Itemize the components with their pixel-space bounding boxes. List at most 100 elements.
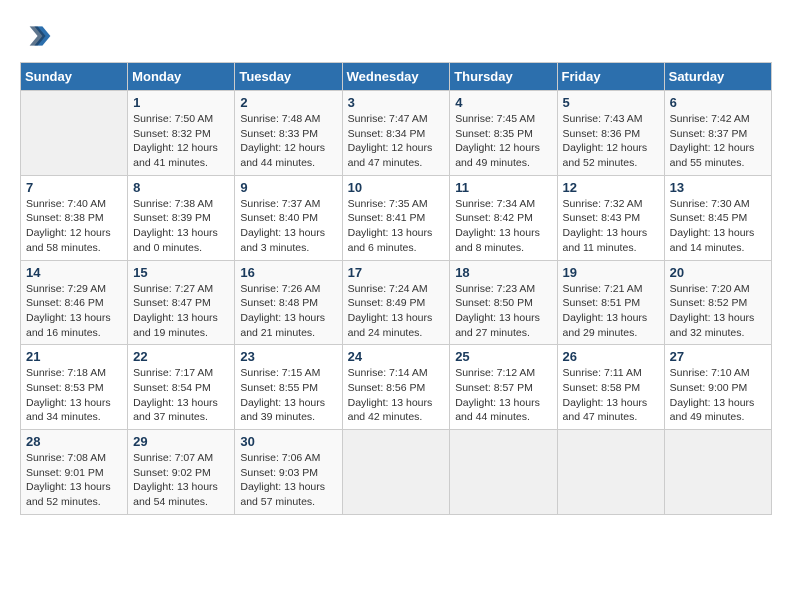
day-number: 17 <box>348 265 445 280</box>
calendar-cell: 1 Sunrise: 7:50 AM Sunset: 8:32 PM Daylig… <box>128 91 235 176</box>
day-number: 28 <box>26 434 122 449</box>
calendar-cell: 26 Sunrise: 7:11 AM Sunset: 8:58 PM Dayli… <box>557 345 664 430</box>
day-number: 21 <box>26 349 122 364</box>
day-number: 4 <box>455 95 551 110</box>
calendar-cell: 7 Sunrise: 7:40 AM Sunset: 8:38 PM Daylig… <box>21 175 128 260</box>
calendar-cell: 2 Sunrise: 7:48 AM Sunset: 8:33 PM Daylig… <box>235 91 342 176</box>
calendar-cell: 3Sunrise: 7:47 AM Sunset: 8:34 PM Daylig… <box>342 91 450 176</box>
day-of-week-header: Tuesday <box>235 63 342 91</box>
day-of-week-header: Wednesday <box>342 63 450 91</box>
day-info: Sunrise: 7:21 AM Sunset: 8:51 PM Dayligh… <box>563 282 659 341</box>
day-info: Sunrise: 7:32 AM Sunset: 8:43 PM Dayligh… <box>563 197 659 256</box>
calendar-cell <box>557 430 664 515</box>
calendar-cell: 4 Sunrise: 7:45 AM Sunset: 8:35 PM Daylig… <box>450 91 557 176</box>
calendar-cell: 11 Sunrise: 7:34 AM Sunset: 8:42 PM Dayli… <box>450 175 557 260</box>
day-info: Sunrise: 7:15 AM Sunset: 8:55 PM Dayligh… <box>240 366 336 425</box>
calendar-cell: 23 Sunrise: 7:15 AM Sunset: 8:55 PM Dayli… <box>235 345 342 430</box>
day-info: Sunrise: 7:50 AM Sunset: 8:32 PM Dayligh… <box>133 112 229 171</box>
day-info: Sunrise: 7:23 AM Sunset: 8:50 PM Dayligh… <box>455 282 551 341</box>
day-info: Sunrise: 7:26 AM Sunset: 8:48 PM Dayligh… <box>240 282 336 341</box>
logo-icon <box>20 20 52 52</box>
calendar-cell: 6Sunrise: 7:42 AM Sunset: 8:37 PM Daylig… <box>664 91 771 176</box>
day-number: 22 <box>133 349 229 364</box>
calendar-cell: 14 Sunrise: 7:29 AM Sunset: 8:46 PM Dayli… <box>21 260 128 345</box>
calendar-cell: 8 Sunrise: 7:38 AM Sunset: 8:39 PM Daylig… <box>128 175 235 260</box>
day-info: Sunrise: 7:11 AM Sunset: 8:58 PM Dayligh… <box>563 366 659 425</box>
day-number: 29 <box>133 434 229 449</box>
calendar-cell: 28 Sunrise: 7:08 AM Sunset: 9:01 PM Dayli… <box>21 430 128 515</box>
logo <box>20 20 56 52</box>
day-number: 18 <box>455 265 551 280</box>
calendar-cell: 16 Sunrise: 7:26 AM Sunset: 8:48 PM Dayli… <box>235 260 342 345</box>
calendar-cell: 9 Sunrise: 7:37 AM Sunset: 8:40 PM Daylig… <box>235 175 342 260</box>
calendar-cell: 19 Sunrise: 7:21 AM Sunset: 8:51 PM Dayli… <box>557 260 664 345</box>
calendar-cell: 5 Sunrise: 7:43 AM Sunset: 8:36 PM Daylig… <box>557 91 664 176</box>
day-info: Sunrise: 7:17 AM Sunset: 8:54 PM Dayligh… <box>133 366 229 425</box>
calendar-cell: 30 Sunrise: 7:06 AM Sunset: 9:03 PM Dayli… <box>235 430 342 515</box>
day-info: Sunrise: 7:10 AM Sunset: 9:00 PM Dayligh… <box>670 366 766 425</box>
calendar-cell: 20 Sunrise: 7:20 AM Sunset: 8:52 PM Dayli… <box>664 260 771 345</box>
day-info: Sunrise: 7:20 AM Sunset: 8:52 PM Dayligh… <box>670 282 766 341</box>
day-number: 25 <box>455 349 551 364</box>
day-number: 19 <box>563 265 659 280</box>
day-of-week-header: Thursday <box>450 63 557 91</box>
day-info: Sunrise: 7:34 AM Sunset: 8:42 PM Dayligh… <box>455 197 551 256</box>
day-of-week-header: Sunday <box>21 63 128 91</box>
day-info: Sunrise: 7:18 AM Sunset: 8:53 PM Dayligh… <box>26 366 122 425</box>
day-info: Sunrise: 7:29 AM Sunset: 8:46 PM Dayligh… <box>26 282 122 341</box>
day-number: 14 <box>26 265 122 280</box>
day-number: 24 <box>348 349 445 364</box>
day-of-week-header: Monday <box>128 63 235 91</box>
page-header <box>20 20 772 52</box>
day-info: Sunrise: 7:30 AM Sunset: 8:45 PM Dayligh… <box>670 197 766 256</box>
day-info: Sunrise: 7:08 AM Sunset: 9:01 PM Dayligh… <box>26 451 122 510</box>
day-info: Sunrise: 7:24 AM Sunset: 8:49 PM Dayligh… <box>348 282 445 341</box>
day-number: 26 <box>563 349 659 364</box>
calendar-cell: 27 Sunrise: 7:10 AM Sunset: 9:00 PM Dayli… <box>664 345 771 430</box>
day-info: Sunrise: 7:12 AM Sunset: 8:57 PM Dayligh… <box>455 366 551 425</box>
day-info: Sunrise: 7:47 AM Sunset: 8:34 PM Dayligh… <box>348 112 445 171</box>
day-number: 6 <box>670 95 766 110</box>
calendar-cell <box>342 430 450 515</box>
calendar-cell: 22 Sunrise: 7:17 AM Sunset: 8:54 PM Dayli… <box>128 345 235 430</box>
day-info: Sunrise: 7:07 AM Sunset: 9:02 PM Dayligh… <box>133 451 229 510</box>
calendar-cell: 15 Sunrise: 7:27 AM Sunset: 8:47 PM Dayli… <box>128 260 235 345</box>
day-number: 13 <box>670 180 766 195</box>
day-number: 16 <box>240 265 336 280</box>
day-number: 2 <box>240 95 336 110</box>
day-number: 9 <box>240 180 336 195</box>
day-info: Sunrise: 7:43 AM Sunset: 8:36 PM Dayligh… <box>563 112 659 171</box>
calendar-cell: 18 Sunrise: 7:23 AM Sunset: 8:50 PM Dayli… <box>450 260 557 345</box>
day-number: 30 <box>240 434 336 449</box>
day-info: Sunrise: 7:45 AM Sunset: 8:35 PM Dayligh… <box>455 112 551 171</box>
day-number: 8 <box>133 180 229 195</box>
calendar-cell <box>664 430 771 515</box>
day-info: Sunrise: 7:38 AM Sunset: 8:39 PM Dayligh… <box>133 197 229 256</box>
day-info: Sunrise: 7:37 AM Sunset: 8:40 PM Dayligh… <box>240 197 336 256</box>
calendar-cell: 12 Sunrise: 7:32 AM Sunset: 8:43 PM Dayli… <box>557 175 664 260</box>
day-number: 11 <box>455 180 551 195</box>
calendar-cell: 17 Sunrise: 7:24 AM Sunset: 8:49 PM Dayli… <box>342 260 450 345</box>
day-info: Sunrise: 7:40 AM Sunset: 8:38 PM Dayligh… <box>26 197 122 256</box>
day-number: 23 <box>240 349 336 364</box>
day-info: Sunrise: 7:14 AM Sunset: 8:56 PM Dayligh… <box>348 366 445 425</box>
day-of-week-header: Friday <box>557 63 664 91</box>
day-number: 27 <box>670 349 766 364</box>
calendar-table: SundayMondayTuesdayWednesdayThursdayFrid… <box>20 62 772 515</box>
day-info: Sunrise: 7:35 AM Sunset: 8:41 PM Dayligh… <box>348 197 445 256</box>
day-number: 1 <box>133 95 229 110</box>
day-info: Sunrise: 7:48 AM Sunset: 8:33 PM Dayligh… <box>240 112 336 171</box>
day-info: Sunrise: 7:06 AM Sunset: 9:03 PM Dayligh… <box>240 451 336 510</box>
calendar-cell: 29 Sunrise: 7:07 AM Sunset: 9:02 PM Dayli… <box>128 430 235 515</box>
calendar-cell <box>21 91 128 176</box>
day-number: 15 <box>133 265 229 280</box>
calendar-cell: 10 Sunrise: 7:35 AM Sunset: 8:41 PM Dayli… <box>342 175 450 260</box>
day-number: 10 <box>348 180 445 195</box>
day-number: 5 <box>563 95 659 110</box>
day-number: 7 <box>26 180 122 195</box>
day-number: 12 <box>563 180 659 195</box>
day-info: Sunrise: 7:27 AM Sunset: 8:47 PM Dayligh… <box>133 282 229 341</box>
calendar-cell <box>450 430 557 515</box>
day-number: 20 <box>670 265 766 280</box>
calendar-cell: 25 Sunrise: 7:12 AM Sunset: 8:57 PM Dayli… <box>450 345 557 430</box>
